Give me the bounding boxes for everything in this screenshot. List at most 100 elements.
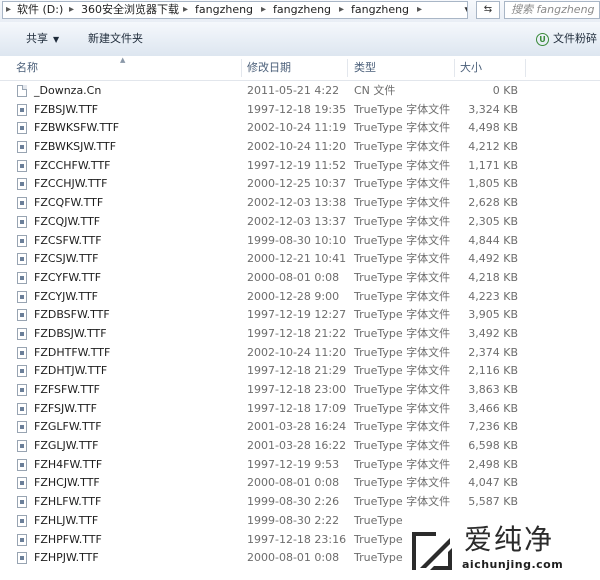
file-modified: 1997-12-19 9:53: [247, 457, 340, 471]
file-row[interactable]: FZBWKSFW.TTF 2002-10-24 11:19 TrueType 字…: [0, 119, 600, 138]
shredder-icon: U: [536, 32, 549, 46]
font-file-icon: [17, 496, 27, 509]
file-type: TrueType: [354, 513, 403, 527]
file-type: CN 文件: [354, 84, 396, 97]
file-modified: 1997-12-18 23:16: [247, 532, 347, 546]
column-header-size[interactable]: 大小: [460, 56, 482, 80]
file-row[interactable]: FZBWKSJW.TTF 2002-10-24 11:20 TrueType 字…: [0, 138, 600, 157]
file-row[interactable]: FZHLFW.TTF 1999-08-30 2:26 TrueType 字体文件…: [0, 493, 600, 512]
watermark: 爱纯净 aichunjing.com: [404, 520, 600, 580]
file-modified: 1997-12-18 21:29: [247, 364, 347, 378]
file-type: TrueType 字体文件: [354, 140, 451, 154]
file-type: TrueType: [354, 551, 403, 565]
file-row[interactable]: FZDHTJW.TTF 1997-12-18 21:29 TrueType 字体…: [0, 362, 600, 381]
file-row[interactable]: FZCSFW.TTF 1999-08-30 10:10 TrueType 字体文…: [0, 232, 600, 251]
font-file-icon: [17, 122, 27, 135]
file-row[interactable]: FZCYFW.TTF 2000-08-01 0:08 TrueType 字体文件…: [0, 269, 600, 288]
column-header-modified[interactable]: 修改日期: [247, 56, 291, 80]
file-modified: 1999-08-30 10:10: [247, 233, 347, 247]
column-header-type[interactable]: 类型: [354, 56, 376, 80]
font-file-icon: [17, 309, 27, 322]
file-type: TrueType 字体文件: [354, 401, 451, 415]
breadcrumb-item-downloads[interactable]: 360安全浏览器下载: [81, 2, 179, 18]
file-row[interactable]: FZGLFW.TTF 2001-03-28 16:24 TrueType 字体文…: [0, 418, 600, 437]
column-divider[interactable]: [241, 59, 242, 77]
file-row[interactable]: FZCYJW.TTF 2000-12-28 9:00 TrueType 字体文件…: [0, 288, 600, 307]
file-modified: 2000-08-01 0:08: [247, 270, 340, 284]
breadcrumb-item-drive[interactable]: 软件 (D:): [17, 2, 63, 18]
file-row[interactable]: FZH4FW.TTF 1997-12-19 9:53 TrueType 字体文件…: [0, 456, 600, 475]
file-row[interactable]: FZDBSFW.TTF 1997-12-19 12:27 TrueType 字体…: [0, 306, 600, 325]
file-modified: 1999-08-30 2:22: [247, 513, 340, 527]
file-modified: 1997-12-18 23:00: [247, 383, 347, 396]
breadcrumb-arrow-icon[interactable]: ▸: [261, 2, 266, 18]
file-size: 4,844 KB: [468, 233, 518, 247]
refresh-button[interactable]: ⇆: [476, 1, 500, 19]
column-divider[interactable]: [347, 59, 348, 77]
file-shred-button[interactable]: U 文件粉碎: [536, 22, 597, 56]
sort-ascending-icon: ▲: [120, 56, 126, 64]
file-type: TrueType 字体文件: [354, 476, 451, 490]
file-size: 4,212 KB: [468, 140, 518, 154]
file-type: TrueType 字体文件: [354, 252, 451, 266]
breadcrumb-arrow-icon[interactable]: ▸: [69, 2, 74, 18]
file-name: FZHPFW.TTF: [34, 532, 102, 546]
file-row[interactable]: FZBSJW.TTF 1997-12-18 19:35 TrueType 字体文…: [0, 101, 600, 120]
address-bar-row: ▸ 软件 (D:) ▸ 360安全浏览器下载 ▸ fangzheng ▸ fan…: [0, 0, 600, 23]
file-row[interactable]: FZFSJW.TTF 1997-12-18 17:09 TrueType 字体文…: [0, 400, 600, 419]
breadcrumb-item-fangzheng-3[interactable]: fangzheng: [351, 2, 409, 18]
file-type: TrueType 字体文件: [354, 196, 451, 210]
file-row[interactable]: FZDHTFW.TTF 2002-10-24 11:20 TrueType 字体…: [0, 344, 600, 363]
file-type: TrueType 字体文件: [354, 308, 451, 322]
file-row[interactable]: FZFSFW.TTF 1997-12-18 23:00 TrueType 字体文…: [0, 381, 600, 400]
file-row[interactable]: FZCCHFW.TTF 1997-12-19 11:52 TrueType 字体…: [0, 157, 600, 176]
file-name: FZHCJW.TTF: [34, 476, 100, 490]
file-name: FZDBSFW.TTF: [34, 308, 110, 322]
file-size: 4,218 KB: [468, 270, 518, 284]
file-size: 4,047 KB: [468, 476, 518, 490]
file-modified: 1997-12-19 11:52: [247, 158, 347, 172]
file-row[interactable]: FZCCHJW.TTF 2000-12-25 10:37 TrueType 字体…: [0, 175, 600, 194]
file-row[interactable]: FZCQJW.TTF 2002-12-03 13:37 TrueType 字体文…: [0, 213, 600, 232]
file-row[interactable]: FZGLJW.TTF 2001-03-28 16:22 TrueType 字体文…: [0, 437, 600, 456]
watermark-url: aichunjing.com: [462, 558, 564, 571]
font-file-icon: [17, 440, 27, 453]
watermark-brand: 爱纯净: [464, 523, 555, 556]
file-row[interactable]: FZCQFW.TTF 2002-12-03 13:38 TrueType 字体文…: [0, 194, 600, 213]
file-size: 0 KB: [492, 84, 518, 97]
file-row[interactable]: FZHCJW.TTF 2000-08-01 0:08 TrueType 字体文件…: [0, 474, 600, 493]
address-history-chevron-down-icon[interactable]: ▼: [462, 3, 467, 18]
search-placeholder: 搜索 fangzheng: [511, 3, 595, 16]
breadcrumb-arrow-icon[interactable]: ▸: [417, 2, 422, 18]
column-header-name[interactable]: 名称: [16, 56, 38, 80]
file-size: 2,628 KB: [468, 196, 518, 210]
font-file-icon: [17, 234, 27, 247]
file-name: FZHPJW.TTF: [34, 551, 99, 565]
file-type: TrueType 字体文件: [354, 364, 451, 378]
breadcrumb-arrow-icon[interactable]: ▸: [183, 2, 188, 18]
breadcrumb-arrow-icon[interactable]: ▸: [339, 2, 344, 18]
share-button[interactable]: 共享 ▼: [26, 22, 59, 56]
font-file-icon: [17, 141, 27, 154]
font-file-icon: [17, 159, 27, 172]
column-divider[interactable]: [525, 59, 526, 77]
file-size: 1,805 KB: [468, 177, 518, 191]
file-modified: 1997-12-19 12:27: [247, 308, 347, 322]
file-size: 3,905 KB: [468, 308, 518, 322]
file-size: 3,863 KB: [468, 383, 518, 396]
new-folder-button[interactable]: 新建文件夹: [88, 22, 143, 56]
file-type: TrueType 字体文件: [354, 345, 451, 359]
breadcrumb[interactable]: ▸ 软件 (D:) ▸ 360安全浏览器下载 ▸ fangzheng ▸ fan…: [2, 1, 468, 19]
file-row[interactable]: FZDBSJW.TTF 1997-12-18 21:22 TrueType 字体…: [0, 325, 600, 344]
file-size: 3,492 KB: [468, 326, 518, 340]
file-row[interactable]: _Downza.Cn 2011-05-21 4:22 CN 文件 0 KB: [0, 82, 600, 101]
breadcrumb-item-fangzheng-2[interactable]: fangzheng: [273, 2, 331, 18]
file-type: TrueType 字体文件: [354, 214, 451, 228]
search-input[interactable]: 搜索 fangzheng: [504, 1, 600, 19]
breadcrumb-arrow-icon[interactable]: ▸: [6, 2, 11, 18]
file-row[interactable]: FZCSJW.TTF 2000-12-21 10:41 TrueType 字体文…: [0, 250, 600, 269]
file-modified: 1997-12-18 19:35: [247, 102, 347, 116]
column-divider[interactable]: [454, 59, 455, 77]
breadcrumb-item-fangzheng-1[interactable]: fangzheng: [195, 2, 253, 18]
font-file-icon: [17, 421, 27, 434]
